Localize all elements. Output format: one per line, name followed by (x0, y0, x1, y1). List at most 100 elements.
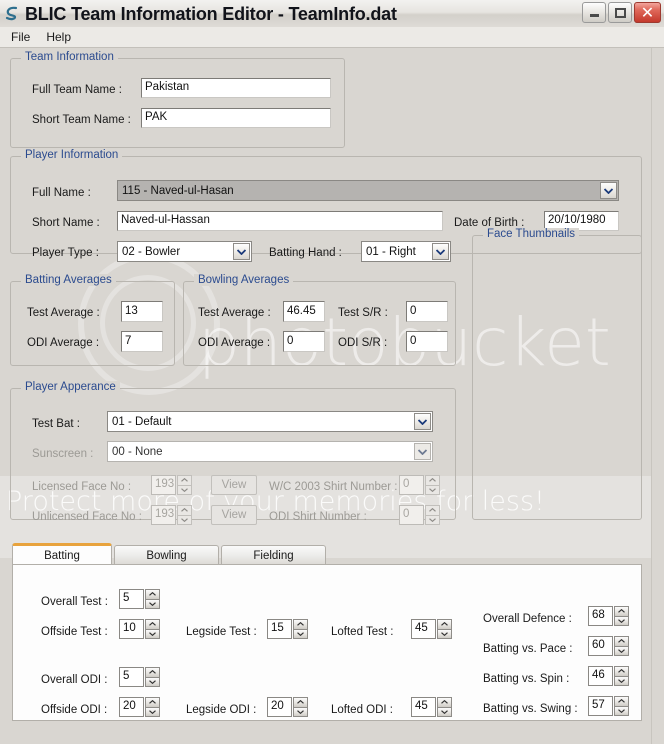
chevron-down-icon[interactable] (414, 443, 431, 460)
spinner-down-icon[interactable] (145, 677, 160, 687)
minimize-button[interactable] (582, 2, 606, 23)
batting-vs-spin-arrows[interactable] (614, 666, 629, 686)
full-name-combobox[interactable]: 115 - Naved-ul-Hasan (117, 180, 619, 201)
lofted-test-value[interactable]: 45 (411, 619, 436, 639)
lofted-test-stepper[interactable]: 45 (411, 619, 452, 639)
batting-vs-pace-value[interactable]: 60 (588, 636, 613, 656)
wc2003-shirt-number-arrows[interactable] (425, 475, 440, 495)
offside-test-arrows[interactable] (145, 619, 160, 639)
spinner-up-icon[interactable] (614, 666, 629, 677)
tab-bowling[interactable]: Bowling (114, 545, 219, 565)
legside-test-stepper[interactable]: 15 (267, 619, 308, 639)
batting-vs-spin-value[interactable]: 46 (588, 666, 613, 686)
unlicensed-face-no-arrows[interactable] (177, 505, 192, 525)
licensed-face-no-value[interactable]: 193 (151, 475, 176, 495)
lofted-odi-arrows[interactable] (437, 697, 452, 717)
spinner-down-icon[interactable] (614, 706, 629, 716)
wc2003-shirt-number-value[interactable]: 0 (399, 475, 424, 495)
menu-item-help[interactable]: Help (38, 29, 79, 45)
spinner-up-icon[interactable] (425, 505, 440, 516)
maximize-button[interactable] (608, 2, 632, 23)
overall-test-arrows[interactable] (145, 589, 160, 609)
unlicensed-face-no-stepper[interactable]: 193 (151, 505, 192, 525)
spinner-down-icon[interactable] (437, 707, 452, 717)
spinner-down-icon[interactable] (614, 616, 629, 626)
legside-odi-stepper[interactable]: 20 (267, 697, 308, 717)
chevron-down-icon[interactable] (233, 243, 250, 260)
full-team-name-input[interactable]: Pakistan (141, 78, 331, 98)
spinner-down-icon[interactable] (177, 515, 192, 525)
legside-test-value[interactable]: 15 (267, 619, 292, 639)
spinner-down-icon[interactable] (614, 646, 629, 656)
spinner-up-icon[interactable] (425, 475, 440, 486)
tab-batting[interactable]: Batting (12, 543, 112, 565)
batting-vs-spin-stepper[interactable]: 46 (588, 666, 629, 686)
spinner-up-icon[interactable] (614, 696, 629, 707)
batting-vs-swing-stepper[interactable]: 57 (588, 696, 629, 716)
lofted-odi-value[interactable]: 45 (411, 697, 436, 717)
spinner-down-icon[interactable] (425, 515, 440, 525)
batting-vs-pace-arrows[interactable] (614, 636, 629, 656)
spinner-down-icon[interactable] (614, 676, 629, 686)
overall-defence-arrows[interactable] (614, 606, 629, 626)
bowling-odi-sr-input[interactable]: 0 (406, 331, 448, 352)
bowling-test-sr-input[interactable]: 0 (406, 301, 448, 322)
overall-odi-arrows[interactable] (145, 667, 160, 687)
overall-defence-stepper[interactable]: 68 (588, 606, 629, 626)
spinner-down-icon[interactable] (437, 629, 452, 639)
spinner-down-icon[interactable] (425, 485, 440, 495)
spinner-down-icon[interactable] (177, 485, 192, 495)
bowling-odi-average-input[interactable]: 0 (283, 331, 325, 352)
offside-test-stepper[interactable]: 10 (119, 619, 160, 639)
unlicensed-face-no-value[interactable]: 193 (151, 505, 176, 525)
spinner-up-icon[interactable] (437, 697, 452, 708)
overall-test-stepper[interactable]: 5 (119, 589, 160, 609)
odi-shirt-number-arrows[interactable] (425, 505, 440, 525)
batting-odi-average-input[interactable]: 7 (121, 331, 163, 352)
chevron-down-icon[interactable] (600, 182, 617, 199)
overall-defence-value[interactable]: 68 (588, 606, 613, 626)
batting-vs-swing-value[interactable]: 57 (588, 696, 613, 716)
spinner-down-icon[interactable] (293, 629, 308, 639)
overall-test-value[interactable]: 5 (119, 589, 144, 609)
spinner-up-icon[interactable] (177, 505, 192, 516)
wc2003-shirt-number-stepper[interactable]: 0 (399, 475, 440, 495)
spinner-down-icon[interactable] (145, 629, 160, 639)
spinner-up-icon[interactable] (145, 667, 160, 678)
spinner-up-icon[interactable] (614, 636, 629, 647)
licensed-face-no-arrows[interactable] (177, 475, 192, 495)
spinner-up-icon[interactable] (437, 619, 452, 630)
legside-test-arrows[interactable] (293, 619, 308, 639)
spinner-up-icon[interactable] (177, 475, 192, 486)
offside-odi-stepper[interactable]: 20 (119, 697, 160, 717)
player-type-combobox[interactable]: 02 - Bowler (117, 241, 252, 262)
spinner-down-icon[interactable] (293, 707, 308, 717)
unlicensed-face-view-button[interactable]: View (211, 505, 257, 525)
spinner-up-icon[interactable] (293, 619, 308, 630)
odi-shirt-number-value[interactable]: 0 (399, 505, 424, 525)
short-team-name-input[interactable]: PAK (141, 108, 331, 128)
legside-odi-value[interactable]: 20 (267, 697, 292, 717)
licensed-face-view-button[interactable]: View (211, 475, 257, 495)
batting-test-average-input[interactable]: 13 (121, 301, 163, 322)
lofted-odi-stepper[interactable]: 45 (411, 697, 452, 717)
odi-shirt-number-stepper[interactable]: 0 (399, 505, 440, 525)
licensed-face-no-stepper[interactable]: 193 (151, 475, 192, 495)
tab-fielding[interactable]: Fielding (221, 545, 326, 565)
short-name-input[interactable]: Naved-ul-Hassan (117, 211, 443, 231)
offside-test-value[interactable]: 10 (119, 619, 144, 639)
spinner-up-icon[interactable] (614, 606, 629, 617)
legside-odi-arrows[interactable] (293, 697, 308, 717)
batting-vs-swing-arrows[interactable] (614, 696, 629, 716)
spinner-up-icon[interactable] (145, 589, 160, 600)
batting-vs-pace-stepper[interactable]: 60 (588, 636, 629, 656)
offside-odi-arrows[interactable] (145, 697, 160, 717)
batting-hand-combobox[interactable]: 01 - Right (361, 241, 451, 262)
close-button[interactable]: ✕ (634, 2, 661, 23)
spinner-up-icon[interactable] (293, 697, 308, 708)
chevron-down-icon[interactable] (432, 243, 449, 260)
offside-odi-value[interactable]: 20 (119, 697, 144, 717)
menu-item-file[interactable]: File (3, 29, 38, 45)
spinner-up-icon[interactable] (145, 697, 160, 708)
spinner-up-icon[interactable] (145, 619, 160, 630)
